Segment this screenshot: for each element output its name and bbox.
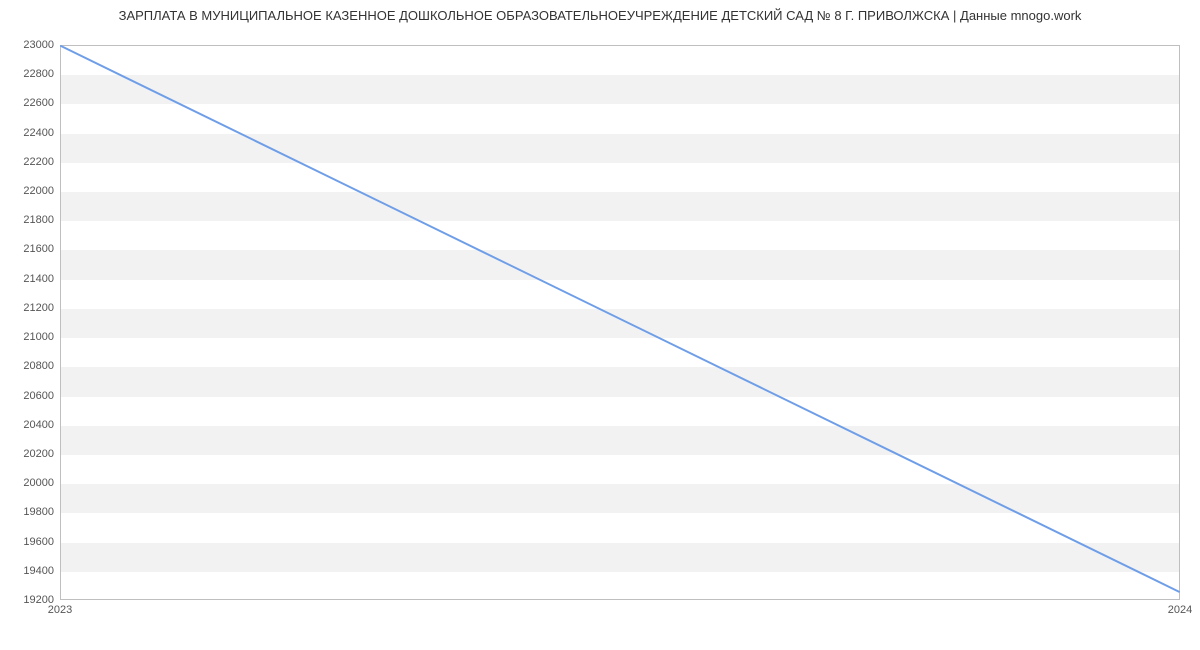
y-tick-label: 21400 xyxy=(4,273,54,285)
x-tick-label: 2024 xyxy=(1168,604,1192,616)
y-tick-label: 22200 xyxy=(4,156,54,168)
y-tick-label: 22800 xyxy=(4,68,54,80)
chart-container: ЗАРПЛАТА В МУНИЦИПАЛЬНОЕ КАЗЕННОЕ ДОШКОЛ… xyxy=(0,0,1200,650)
y-tick-label: 22400 xyxy=(4,127,54,139)
chart-title: ЗАРПЛАТА В МУНИЦИПАЛЬНОЕ КАЗЕННОЕ ДОШКОЛ… xyxy=(0,8,1200,23)
y-tick-label: 20200 xyxy=(4,448,54,460)
y-tick-label: 20000 xyxy=(4,477,54,489)
y-tick-label: 19800 xyxy=(4,506,54,518)
y-tick-label: 19200 xyxy=(4,594,54,606)
y-tick-label: 21200 xyxy=(4,302,54,314)
y-tick-label: 20800 xyxy=(4,360,54,372)
plot-area xyxy=(60,45,1180,600)
y-tick-label: 19600 xyxy=(4,536,54,548)
y-tick-label: 22600 xyxy=(4,97,54,109)
y-tick-label: 22000 xyxy=(4,185,54,197)
chart-line-layer xyxy=(61,46,1179,599)
y-tick-label: 19400 xyxy=(4,565,54,577)
y-tick-label: 20400 xyxy=(4,419,54,431)
y-tick-label: 21800 xyxy=(4,214,54,226)
y-tick-label: 21600 xyxy=(4,243,54,255)
y-tick-label: 23000 xyxy=(4,39,54,51)
x-tick-label: 2023 xyxy=(48,604,72,616)
y-tick-label: 21000 xyxy=(4,331,54,343)
series-line xyxy=(61,46,1179,592)
y-tick-label: 20600 xyxy=(4,390,54,402)
